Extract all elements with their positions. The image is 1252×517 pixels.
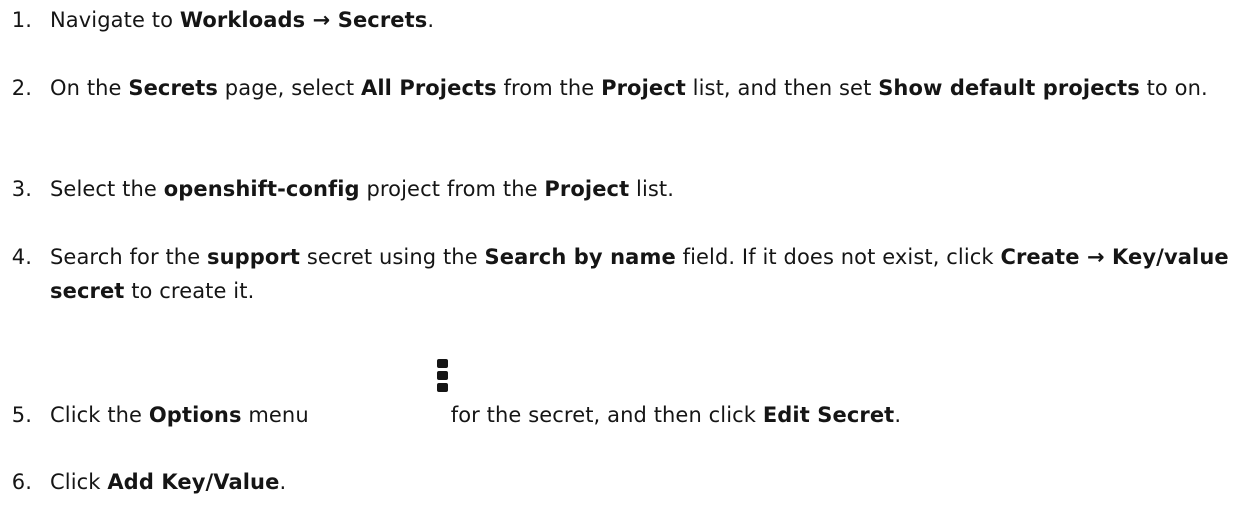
- step-text-part: to on.: [1139, 76, 1208, 100]
- step-number: 3.: [11, 177, 32, 201]
- kebab-dot: [437, 359, 448, 368]
- step-text: On the Secrets page, select All Projects…: [50, 71, 1245, 105]
- step-number: 4.: [11, 245, 32, 269]
- step-number: 2.: [11, 76, 32, 100]
- ui-term-search-by-name: Search by name: [484, 245, 676, 269]
- step-text-part: .: [279, 470, 287, 494]
- step-text-part: Navigate to: [50, 8, 180, 32]
- step-text-part: page, select: [218, 76, 361, 100]
- step-text: Click Add Key/Value.: [50, 465, 1245, 499]
- step-text-part: project from the: [359, 177, 545, 201]
- ui-term-openshift-config: openshift-config: [163, 177, 360, 201]
- ui-term-edit-secret: Edit Secret: [762, 403, 895, 427]
- menu-path-workloads-secrets: Workloads → Secrets: [179, 8, 428, 32]
- step-text-part: Select the: [50, 177, 164, 201]
- ui-term-project: Project: [544, 177, 630, 201]
- ui-term-options: Options: [148, 403, 242, 427]
- ui-term-all-projects: All Projects: [360, 76, 497, 100]
- step-number: 1.: [11, 8, 32, 32]
- ui-term-support: support: [207, 245, 301, 269]
- step-text-part: list.: [629, 177, 675, 201]
- step-text-part: Search for the: [50, 245, 208, 269]
- step-text-part: list, and then set: [685, 76, 879, 100]
- step-number: 6.: [11, 470, 32, 494]
- step-text-part: to create it.: [124, 279, 255, 303]
- step-text: Navigate to Workloads → Secrets.: [50, 3, 1245, 37]
- step-text-part: .: [894, 403, 902, 427]
- kebab-dot: [437, 383, 448, 392]
- ui-term-show-default-projects: Show default projects: [878, 76, 1140, 100]
- step-text-part: secret using the: [300, 245, 485, 269]
- step-text-part: field. If it does not exist, click: [675, 245, 1001, 269]
- step-text-part: menu: [241, 403, 309, 427]
- step-text-part: On the: [50, 76, 129, 100]
- kebab-options-icon: [437, 357, 449, 393]
- step-text-part: Click: [50, 470, 108, 494]
- step-text-part: for the secret, and then click: [450, 403, 763, 427]
- step-text: Select the openshift-config project from…: [50, 172, 1245, 206]
- step-text-part: .: [427, 8, 435, 32]
- step-text: Search for the support secret using the …: [50, 240, 1245, 308]
- step-number: 5.: [11, 403, 32, 427]
- ui-term-project: Project: [601, 76, 686, 100]
- ui-term-add-key-value: Add Key/Value: [107, 470, 280, 494]
- ui-term-secrets: Secrets: [128, 76, 219, 100]
- step-text-part: Click the: [50, 403, 149, 427]
- kebab-dot: [437, 371, 448, 380]
- step-text: Click the Options menu for the secret, an…: [50, 398, 1245, 432]
- step-text-part: from the: [496, 76, 602, 100]
